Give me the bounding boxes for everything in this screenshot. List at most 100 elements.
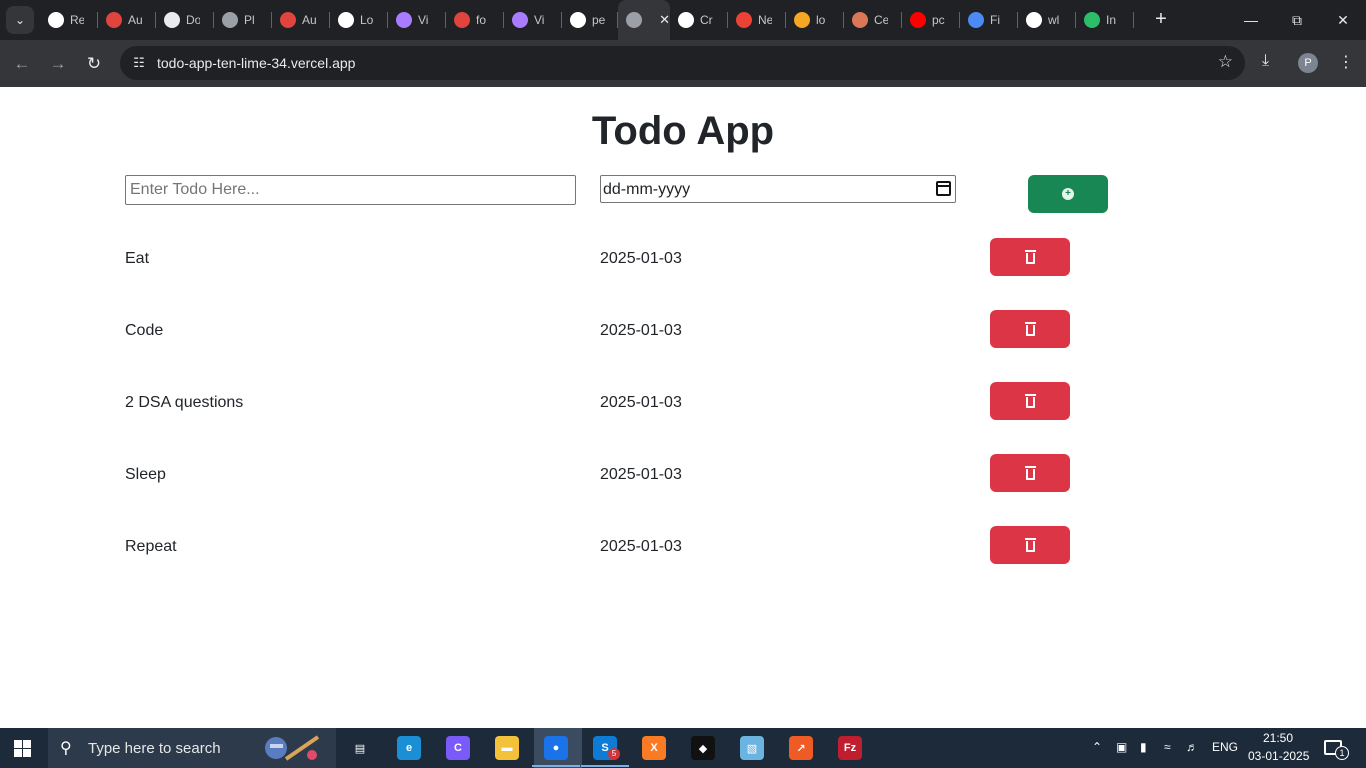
delete-todo-button[interactable] (990, 526, 1070, 564)
tab-title: pe (592, 13, 606, 27)
search-highlight-image (265, 735, 320, 761)
todo-date: 2025-01-03 (600, 322, 682, 339)
vite-icon (396, 12, 412, 28)
reload-icon[interactable]: ↻ (80, 50, 108, 78)
trash-icon (1024, 321, 1036, 336)
postman-icon[interactable]: ↗ (789, 736, 813, 760)
browser-tab[interactable]: Pl (214, 0, 272, 40)
browser-tab[interactable]: fo (446, 0, 504, 40)
github-icon (570, 12, 586, 28)
delete-todo-button[interactable] (990, 238, 1070, 276)
windows-start-icon[interactable] (14, 740, 31, 757)
todo-name: Eat (125, 250, 150, 267)
restore-icon[interactable]: ⧉ (1274, 0, 1320, 40)
add-todo-button[interactable]: + (1028, 175, 1108, 213)
filezilla-icon[interactable]: Fz (838, 736, 862, 760)
close-window-icon[interactable]: ✕ (1320, 0, 1366, 40)
taskbar-search-box[interactable]: ⚲ Type here to search (48, 728, 336, 768)
todo-name: 2 DSA questions (125, 394, 244, 411)
tab-title: Fi (990, 13, 1000, 27)
browser-tab[interactable]: Vi (504, 0, 562, 40)
volume-icon[interactable]: ♬ (1186, 740, 1198, 754)
trash-icon (1024, 537, 1036, 552)
browser-tab[interactable]: pc (902, 0, 960, 40)
globe-icon (626, 12, 642, 28)
task-view-icon[interactable]: ▤ (348, 736, 372, 760)
calendar-icon[interactable] (936, 181, 951, 196)
copilot-icon[interactable]: C (446, 736, 470, 760)
site-icon (1084, 12, 1100, 28)
browser-tab[interactable]: Ne (728, 0, 786, 40)
trash-icon (1024, 393, 1036, 408)
browser-tab[interactable]: pe (562, 0, 618, 40)
edge-icon[interactable]: e (397, 736, 421, 760)
forward-icon[interactable]: → (44, 50, 72, 78)
clock-time[interactable]: 21:50 (1263, 731, 1293, 745)
browser-tab[interactable]: Do (156, 0, 214, 40)
youtube-icon (910, 12, 926, 28)
tab-title: Do (186, 13, 200, 27)
tab-title: Ce (874, 13, 888, 27)
tab-title: fo (476, 13, 487, 27)
address-bar[interactable]: ☷ todo-app-ten-lime-34.vercel.app ☆ (120, 46, 1245, 80)
xampp-icon[interactable]: X (642, 736, 666, 760)
browser-tab[interactable]: wl (1018, 0, 1076, 40)
plus-circle-icon: + (1062, 188, 1074, 200)
browser-tab[interactable]: Fi (960, 0, 1018, 40)
minimize-icon[interactable]: — (1228, 0, 1274, 40)
tab-title: Vi (534, 13, 545, 27)
windows-taskbar: ⚲ Type here to search ▤ e C ▬ ● S 5 X ◆ ▧ ↗ Fz ⌃ ▣ … (0, 728, 1366, 768)
app-icon[interactable]: ◆ (691, 736, 715, 760)
browser-tab[interactable]: Lo (330, 0, 388, 40)
clock-date[interactable]: 03-01-2025 (1248, 749, 1309, 763)
delete-todo-button[interactable] (990, 382, 1070, 420)
tab-title: wl (1048, 13, 1060, 27)
todo-date-input[interactable]: dd-mm-yyyy (600, 175, 956, 203)
back-icon[interactable]: ← (8, 50, 36, 78)
site-info-icon[interactable]: ☷ (130, 54, 148, 72)
skype-unread-badge: 5 (608, 748, 620, 760)
browser-tab[interactable]: Au (98, 0, 156, 40)
browser-tab[interactable]: Ce (844, 0, 902, 40)
notepad-icon[interactable]: ▧ (740, 736, 764, 760)
tab-title: lo (816, 13, 826, 27)
show-hidden-icons-icon[interactable]: ⌃ (1092, 740, 1102, 754)
file-explorer-icon[interactable]: ▬ (495, 736, 519, 760)
battery-icon[interactable]: ▮ (1140, 740, 1147, 754)
bookmark-star-icon[interactable]: ☆ (1218, 52, 1233, 72)
new-tab-button[interactable]: + (1150, 8, 1172, 30)
wifi-icon[interactable]: ≈ (1164, 740, 1171, 754)
delete-todo-button[interactable] (990, 310, 1070, 348)
google-icon (1026, 12, 1042, 28)
menu-icon[interactable]: ⋮ (1338, 52, 1354, 72)
chrome-icon (48, 12, 64, 28)
language-indicator[interactable]: ENG (1212, 740, 1238, 754)
browser-tab[interactable]: Re (40, 0, 98, 40)
close-tab-icon[interactable]: ✕ (659, 12, 670, 28)
browser-tab[interactable]: Au (272, 0, 330, 40)
taskbar-search-placeholder: Type here to search (88, 740, 221, 757)
browser-tab[interactable]: Cr (670, 0, 728, 40)
todo-name-input[interactable] (125, 175, 576, 205)
chatgpt-icon (338, 12, 354, 28)
url-text[interactable]: todo-app-ten-lime-34.vercel.app (157, 55, 355, 71)
avatar[interactable]: P (1298, 53, 1318, 73)
gmail-icon (736, 12, 752, 28)
tab-search-button[interactable]: ⌄ (6, 6, 34, 34)
running-app-indicator (581, 765, 629, 767)
browser-tab[interactable]: lo (786, 0, 844, 40)
meet-now-icon[interactable]: ▣ (1116, 740, 1127, 754)
page-title: Todo App (591, 109, 775, 153)
browser-tab[interactable]: In (1076, 0, 1134, 40)
site-icon (794, 12, 810, 28)
delete-todo-button[interactable] (990, 454, 1070, 492)
claude-icon (852, 12, 868, 28)
tab-title: Lo (360, 13, 374, 27)
browser-tab[interactable]: Vi (388, 0, 446, 40)
globe-icon (222, 12, 238, 28)
browser-tab[interactable]: ✕ (618, 0, 670, 40)
downloads-icon[interactable]: ⤓ (1262, 52, 1269, 70)
chrome-icon[interactable]: ● (544, 736, 568, 760)
todo-name: Repeat (125, 538, 177, 555)
todo-name: Sleep (125, 466, 166, 483)
